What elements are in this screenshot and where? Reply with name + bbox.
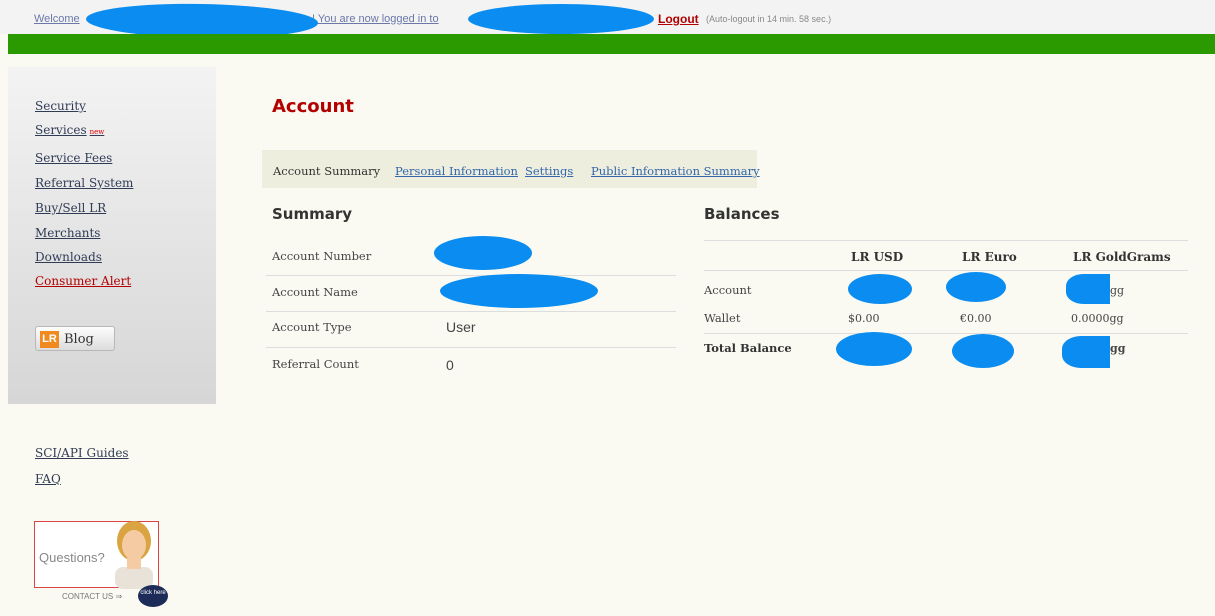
lr-logo-icon: LR [40, 331, 59, 348]
tab-public-information-summary[interactable]: Public Information Summary [591, 164, 760, 178]
row-divider [266, 275, 676, 276]
redaction-mark [952, 334, 1014, 368]
redaction-mark [836, 332, 912, 366]
new-badge: new [89, 128, 105, 136]
questions-box[interactable]: Questions? [34, 521, 159, 589]
account-type-value: User [446, 319, 476, 335]
header-bottom-rule [704, 270, 1188, 271]
tab-personal-information[interactable]: Personal Information [395, 164, 518, 178]
tab-account-summary[interactable]: Account Summary [273, 164, 380, 178]
summary-heading: Summary [272, 205, 353, 223]
blog-button[interactable]: LR Blog [35, 326, 115, 351]
referral-count-value: 0 [446, 357, 454, 373]
sci-api-guides-link[interactable]: SCI/API Guides [35, 446, 129, 460]
sidebar-item-referral-system[interactable]: Referral System [35, 176, 133, 190]
redaction-mark [440, 274, 598, 308]
column-lr-goldgrams: LR GoldGrams [1073, 250, 1171, 264]
account-number-label: Account Number [272, 249, 372, 263]
wallet-euro-value: €0.00 [960, 312, 992, 325]
wallet-usd-value: $0.00 [848, 312, 880, 325]
sidebar-item-consumer-alert[interactable]: Consumer Alert [35, 274, 131, 288]
tab-settings[interactable]: Settings [525, 164, 573, 178]
faq-link[interactable]: FAQ [35, 472, 61, 486]
row-divider [266, 347, 676, 348]
redaction-mark [468, 4, 654, 34]
sidebar-item-downloads[interactable]: Downloads [35, 250, 102, 264]
logged-in-text: ! You are now logged in to [312, 13, 439, 25]
account-row-label: Account [704, 283, 752, 297]
sidebar-item-services[interactable]: Services new [35, 123, 104, 137]
sidebar-item-label: Services [35, 123, 87, 137]
page-title: Account [272, 96, 354, 117]
click-here-button[interactable]: click here [138, 585, 168, 607]
balances-heading: Balances [704, 205, 780, 223]
auto-logout-timer: (Auto-logout in 14 min. 58 sec.) [706, 14, 832, 24]
account-name-label: Account Name [272, 285, 358, 299]
total-balance-row-label: Total Balance [704, 341, 792, 355]
column-lr-usd: LR USD [851, 250, 904, 264]
header-green-bar [8, 34, 1215, 54]
redaction-mark [434, 236, 532, 270]
account-tabs: Account Summary Personal Information Set… [262, 150, 760, 188]
welcome-text: Welcome [34, 13, 80, 25]
wallet-goldgrams-value: 0.0000gg [1071, 312, 1124, 325]
sidebar: Security Services new Service Fees Referr… [8, 67, 216, 404]
referral-count-label: Referral Count [272, 357, 359, 371]
blog-label: Blog [64, 332, 94, 347]
contact-us-text[interactable]: CONTACT US ⇒ [62, 592, 122, 601]
column-lr-euro: LR Euro [962, 250, 1017, 264]
redaction-mark [1062, 336, 1110, 368]
account-type-label: Account Type [272, 320, 352, 334]
account-goldgrams-value: gg [1110, 284, 1125, 297]
wallet-row-label: Wallet [704, 311, 741, 325]
logout-link[interactable]: Logout [658, 12, 699, 26]
sidebar-item-buy-sell-lr[interactable]: Buy/Sell LR [35, 201, 106, 215]
redaction-mark [946, 272, 1006, 302]
sidebar-item-security[interactable]: Security [35, 99, 86, 113]
top-bar: Welcome ! You are now logged in to Logou… [0, 0, 1215, 41]
support-agent-avatar-icon [115, 521, 153, 589]
sidebar-item-merchants[interactable]: Merchants [35, 226, 100, 240]
redaction-mark [848, 274, 912, 304]
redaction-mark [1066, 274, 1110, 304]
row-divider [704, 333, 1188, 334]
sidebar-item-service-fees[interactable]: Service Fees [35, 151, 112, 165]
row-divider [266, 311, 676, 312]
header-top-rule [704, 240, 1188, 241]
total-goldgrams-value: gg [1110, 342, 1126, 355]
questions-text: Questions? [39, 550, 105, 565]
